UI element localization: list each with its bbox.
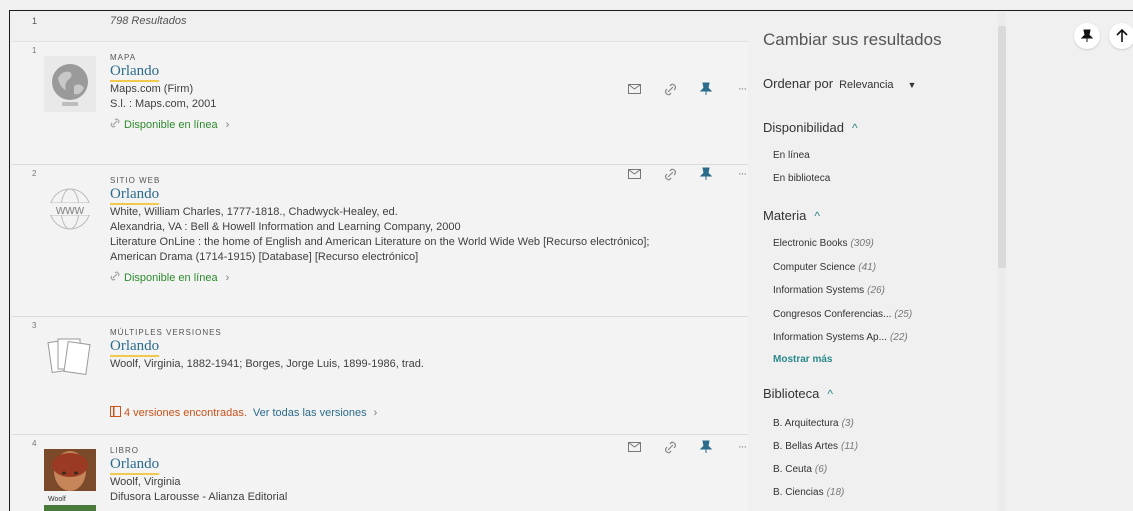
show-more-link[interactable]: Mostrar más <box>773 354 832 365</box>
result-title[interactable]: Orlando <box>110 63 160 82</box>
result-item-2[interactable]: 2 www SITIO WEB Orlando White, William C… <box>12 165 748 317</box>
result-item-3[interactable]: 3 MÚLTIPLES VERSIONES Orlando Woolf, Vir… <box>12 317 748 435</box>
chevron-up-icon[interactable]: ^ <box>852 121 858 135</box>
facet-availability[interactable]: Disponibilidad ^ <box>763 120 858 135</box>
chevron-right-icon: › <box>225 118 230 131</box>
pin-icon[interactable] <box>699 82 713 96</box>
result-actions: ··· <box>627 440 748 454</box>
result-index: 4 <box>32 439 37 448</box>
result-author: White, William Charles, 1777-1818., Chad… <box>110 206 398 218</box>
more-icon[interactable]: ··· <box>735 440 748 454</box>
result-index: 1 <box>32 46 37 55</box>
facets-sidebar: Cambiar sus resultados Ordenar por Relev… <box>752 12 1000 511</box>
result-index: 3 <box>32 321 37 330</box>
facet-title: Disponibilidad <box>763 120 844 135</box>
chevron-up-icon[interactable]: ^ <box>814 209 820 223</box>
result-actions: ··· <box>627 82 748 96</box>
caret-down-icon[interactable]: ▼ <box>908 80 917 90</box>
link-icon[interactable] <box>663 167 677 181</box>
result-publisher: Alexandria, VA : Bell & Howell Informati… <box>110 221 461 233</box>
chevron-right-icon: › <box>225 271 230 284</box>
results-count: 798 Resultados <box>110 15 187 27</box>
chevron-right-icon: › <box>373 407 378 419</box>
pin-icon[interactable] <box>699 440 713 454</box>
pin-icon[interactable] <box>699 167 713 181</box>
book-cover-thumbnail: Woolf <box>44 449 96 511</box>
arrow-up-icon[interactable] <box>1109 23 1133 49</box>
facet-option[interactable]: Information Systems Ap... (22) <box>773 332 908 343</box>
more-icon[interactable]: ··· <box>735 167 748 181</box>
email-icon[interactable] <box>627 440 641 454</box>
result-author: Maps.com (Firm) <box>110 83 194 95</box>
result-author: Woolf, Virginia, 1882-1941; Borges, Jorg… <box>110 358 424 370</box>
facet-option[interactable]: Electronic Books (309) <box>773 238 874 249</box>
globe-thumbnail <box>44 56 96 112</box>
sort-label: Ordenar por <box>763 76 834 91</box>
result-type: SITIO WEB <box>110 176 161 185</box>
facet-option[interactable]: Congresos Conferencias... (25) <box>773 309 912 320</box>
sidebar-title: Cambiar sus resultados <box>763 30 942 49</box>
availability-label: Disponible en línea <box>124 271 218 284</box>
result-database: American Drama (1714-1915) [Database] [R… <box>110 251 419 263</box>
results-list: 1 798 Resultados 1 MAPA Orlando Maps.com… <box>12 12 748 511</box>
www-label: www <box>55 202 85 217</box>
results-header: 1 798 Resultados <box>12 12 748 42</box>
www-thumbnail: www <box>44 179 96 235</box>
link-icon[interactable] <box>663 82 677 96</box>
result-title[interactable]: Orlando <box>110 338 160 357</box>
sort-value[interactable]: Relevancia <box>839 79 893 91</box>
result-index: 2 <box>32 169 37 178</box>
versions-row: 4 versiones encontradas. Ver todas las v… <box>110 406 710 420</box>
facet-option[interactable]: B. Ciencias (18) <box>773 487 844 498</box>
pin-icon[interactable] <box>1074 23 1100 49</box>
result-title[interactable]: Orlando <box>110 456 160 475</box>
facet-option[interactable]: B. Bellas Artes (11) <box>773 441 858 452</box>
availability-label: Disponible en línea <box>124 118 218 131</box>
result-title[interactable]: Orlando <box>110 186 160 205</box>
result-item-4[interactable]: 4 Woolf LIBRO Orlando Woolf, Virginia Di… <box>12 435 748 511</box>
versions-count: 4 versiones encontradas. <box>124 407 247 419</box>
result-author: Woolf, Virginia <box>110 476 181 488</box>
link-icon <box>110 271 120 284</box>
versions-icon <box>110 406 121 420</box>
cover-author-text: Woolf <box>48 496 66 503</box>
availability-link[interactable]: Disponible en línea › <box>110 271 710 284</box>
email-icon[interactable] <box>627 167 641 181</box>
facet-option[interactable]: B. Ceuta (6) <box>773 464 827 475</box>
view-all-versions-link[interactable]: Ver todas las versiones <box>253 407 367 419</box>
facet-title: Materia <box>763 208 807 223</box>
page-number: 1 <box>32 16 38 26</box>
sidebar-scrollbar-thumb[interactable] <box>998 26 1006 268</box>
result-actions: ··· <box>627 167 748 181</box>
link-icon <box>110 118 120 131</box>
facet-option[interactable]: B. Arquitectura (3) <box>773 418 854 429</box>
result-type: MÚLTIPLES VERSIONES <box>110 328 222 337</box>
facet-subject[interactable]: Materia ^ <box>763 208 820 223</box>
result-type: LIBRO <box>110 446 140 455</box>
more-icon[interactable]: ··· <box>735 82 748 96</box>
availability-link[interactable]: Disponible en línea › <box>110 118 710 131</box>
result-collection: Literature OnLine : the home of English … <box>110 236 650 248</box>
facet-option[interactable]: Information Systems (26) <box>773 285 885 296</box>
facet-title: Biblioteca <box>763 386 820 401</box>
facet-option[interactable]: En biblioteca <box>773 173 830 184</box>
result-type: MAPA <box>110 53 137 62</box>
result-publisher: Difusora Larousse - Alianza Editorial <box>110 491 288 503</box>
result-publisher: S.l. : Maps.com, 2001 <box>110 98 217 110</box>
email-icon[interactable] <box>627 82 641 96</box>
facet-library[interactable]: Biblioteca ^ <box>763 386 833 401</box>
chevron-up-icon[interactable]: ^ <box>827 387 833 401</box>
facet-option[interactable]: Computer Science (41) <box>773 262 876 273</box>
link-icon[interactable] <box>663 440 677 454</box>
sort-control[interactable]: Ordenar por Relevancia ▼ <box>763 76 916 91</box>
facet-option[interactable]: En línea <box>773 150 810 161</box>
versions-thumbnail <box>44 331 96 387</box>
result-item-1[interactable]: 1 MAPA Orlando Maps.com (Firm) S.l. : Ma… <box>12 42 748 165</box>
